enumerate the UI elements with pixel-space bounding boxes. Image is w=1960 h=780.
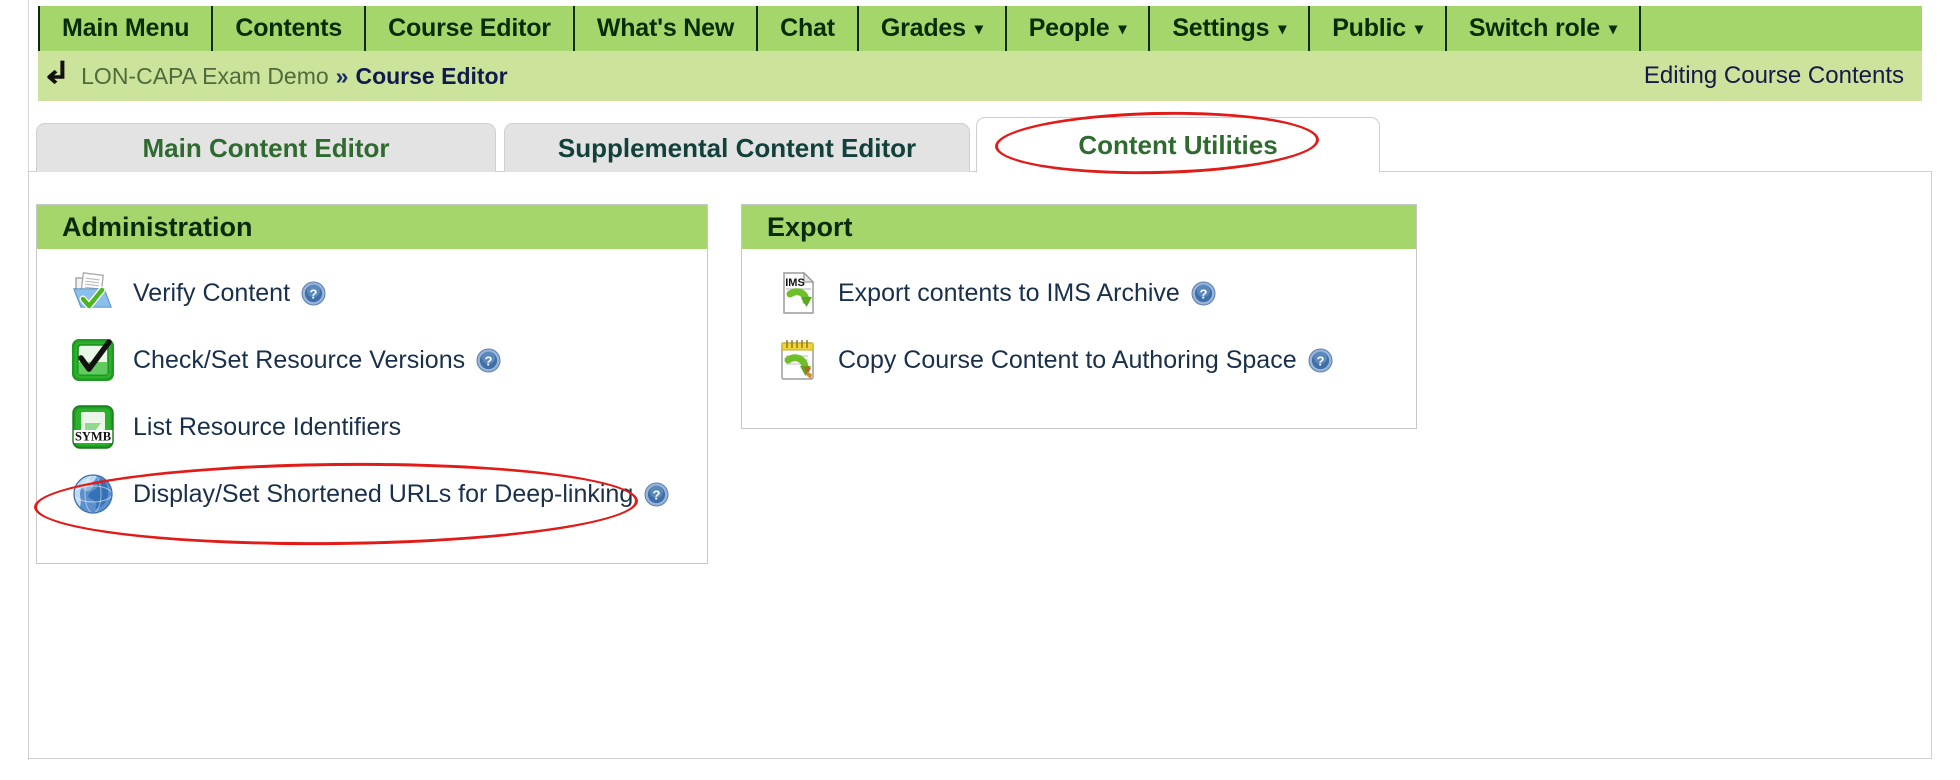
svg-text:?: ?: [1316, 353, 1324, 368]
nav-item-label: What's New: [596, 14, 735, 42]
export-panel: Export IMS Export contents to IMS Archiv…: [741, 204, 1417, 429]
nav-settings[interactable]: Settings ▾: [1150, 6, 1311, 51]
admin-row-list-resource-identifiers[interactable]: SYMB List Resource Identifiers: [37, 401, 707, 453]
admin-row-verify-content[interactable]: Verify Content ?: [37, 267, 707, 319]
editing-status-text: Editing Course Contents: [1643, 62, 1904, 89]
export-row-ims-archive[interactable]: IMS Export contents to IMS Archive ?: [742, 267, 1416, 319]
browser-left-edge: [0, 0, 29, 780]
nav-item-label: Switch role: [1468, 14, 1601, 42]
tab-main-content-editor[interactable]: Main Content Editor: [36, 123, 496, 173]
copy-authoring-space-icon: [774, 336, 822, 384]
svg-text:?: ?: [310, 286, 318, 301]
nav-item-label: Main Menu: [62, 14, 190, 42]
help-icon[interactable]: ?: [1308, 348, 1333, 373]
nav-grades[interactable]: Grades ▾: [859, 6, 1007, 51]
admin-row-label: Display/Set Shortened URLs for Deep-link…: [133, 479, 634, 508]
nav-chat[interactable]: Chat: [758, 6, 859, 51]
chevron-down-icon: ▾: [1609, 20, 1617, 38]
nav-item-label: Public: [1332, 14, 1406, 42]
svg-text:SYMB: SYMB: [75, 430, 111, 444]
nav-item-label: Grades: [880, 14, 966, 42]
breadcrumb-bar: ↲ LON-CAPA Exam Demo » Course Editor Edi…: [38, 51, 1922, 101]
administration-panel-title: Administration: [37, 205, 707, 249]
help-icon[interactable]: ?: [1191, 281, 1216, 306]
svg-text:?: ?: [1199, 286, 1207, 301]
tab-strip: Main Content Editor Supplemental Content…: [28, 117, 1932, 173]
export-panel-body: IMS Export contents to IMS Archive ? Cop…: [742, 249, 1416, 411]
svg-text:IMS: IMS: [785, 277, 805, 289]
nav-main-menu[interactable]: Main Menu: [38, 6, 214, 51]
export-row-label: Export contents to IMS Archive: [838, 278, 1180, 307]
nav-contents[interactable]: Contents: [213, 6, 367, 51]
export-row-label: Copy Course Content to Authoring Space: [838, 345, 1297, 374]
back-arrow-icon[interactable]: ↲: [42, 59, 71, 89]
tab-content-utilities[interactable]: Content Utilities: [976, 117, 1380, 173]
export-panel-title: Export: [742, 205, 1416, 249]
svg-text:?: ?: [653, 487, 661, 502]
chevron-down-icon: ▾: [1278, 20, 1287, 38]
main-navigation-bar: Main Menu Contents Course Editor What's New…: [38, 6, 1922, 51]
globe-icon: [69, 470, 117, 518]
help-icon[interactable]: ?: [644, 482, 669, 507]
tab-supplemental-content-editor[interactable]: Supplemental Content Editor: [504, 123, 970, 173]
help-icon[interactable]: ?: [301, 281, 326, 306]
page-root: Main Menu Contents Course Editor What's New…: [0, 0, 1960, 780]
symb-icon: SYMB: [69, 403, 117, 451]
verify-content-icon: [69, 269, 117, 317]
nav-whats-new[interactable]: What's New: [575, 6, 759, 51]
nav-item-label: Settings: [1172, 14, 1270, 42]
export-row-copy-to-authoring-space[interactable]: Copy Course Content to Authoring Space ?: [742, 334, 1416, 386]
nav-item-label: Course Editor: [388, 14, 551, 42]
breadcrumb: ↲ LON-CAPA Exam Demo » Course Editor: [38, 51, 508, 101]
svg-text:?: ?: [485, 353, 493, 368]
breadcrumb-current-page: Course Editor: [355, 62, 508, 89]
breadcrumb-separator: »: [335, 62, 349, 89]
admin-row-check-set-resource-versions[interactable]: Check/Set Resource Versions ?: [37, 334, 707, 386]
admin-row-label: Check/Set Resource Versions: [133, 345, 466, 374]
admin-row-label: List Resource Identifiers: [133, 412, 402, 441]
nav-item-label: Contents: [235, 14, 343, 42]
chevron-down-icon: ▾: [974, 20, 983, 38]
chevron-down-icon: ▾: [1415, 20, 1423, 38]
administration-panel: Administration Verify Content ? Check/Se…: [36, 204, 708, 564]
chevron-down-icon: ▾: [1118, 20, 1127, 38]
nav-public[interactable]: Public ▾: [1310, 6, 1447, 51]
nav-item-label: Chat: [780, 14, 835, 42]
help-icon[interactable]: ?: [476, 348, 501, 373]
admin-row-label: Verify Content: [133, 278, 291, 307]
administration-panel-body: Verify Content ? Check/Set Resource Vers…: [37, 249, 707, 545]
check-set-versions-icon: [69, 336, 117, 384]
breadcrumb-course-link[interactable]: LON-CAPA Exam Demo: [81, 63, 329, 90]
nav-course-editor[interactable]: Course Editor: [366, 6, 575, 51]
page-bottom-margin: [0, 760, 1960, 780]
nav-people[interactable]: People ▾: [1007, 6, 1151, 51]
admin-row-display-set-shortened-urls[interactable]: Display/Set Shortened URLs for Deep-link…: [37, 468, 707, 520]
nav-switch-role[interactable]: Switch role ▾: [1447, 6, 1641, 51]
ims-archive-icon: IMS: [774, 269, 822, 317]
nav-item-label: People: [1028, 14, 1110, 42]
